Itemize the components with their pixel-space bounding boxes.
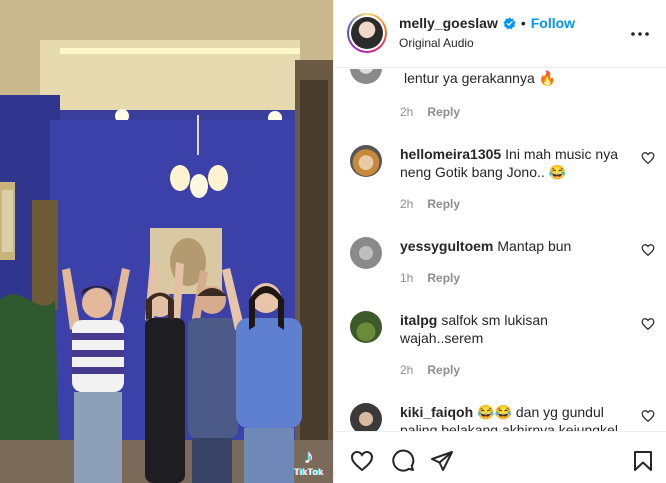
- commenter-avatar[interactable]: [350, 145, 382, 177]
- comment-text: hellomeira1305 Ini mah music nya neng Got…: [400, 145, 626, 181]
- author-username[interactable]: melly_goeslaw: [399, 15, 498, 31]
- commenter-avatar[interactable]: [350, 237, 382, 269]
- bookmark-icon[interactable]: [631, 449, 655, 473]
- comment-text: yessygultoem Mantap bun: [400, 237, 626, 255]
- heart-icon[interactable]: [641, 409, 655, 423]
- post-video[interactable]: ♪ TikTok: [0, 0, 333, 483]
- heart-icon[interactable]: [641, 151, 655, 165]
- post-actions-bar: [334, 431, 666, 483]
- separator-dot: •: [520, 15, 526, 31]
- comment-item: italpg salfok sm lukisan wajah..serem 2h …: [334, 309, 666, 389]
- comment-body: Mantap bun: [497, 238, 572, 254]
- reply-button[interactable]: Reply: [427, 105, 460, 119]
- comments-list[interactable]: lentur ya gerakannya 🔥 2h Reply hellomei…: [334, 69, 666, 431]
- commenter-avatar[interactable]: [350, 403, 382, 431]
- comment-time: 1h: [400, 271, 414, 285]
- comment-item: kiki_faiqoh 😂😂 dan yg gundul paling belak…: [334, 401, 666, 431]
- send-icon[interactable]: [430, 449, 454, 473]
- comment-body: lentur ya gerakannya 🔥: [404, 70, 557, 86]
- reply-button[interactable]: Reply: [427, 197, 460, 211]
- comment-text: kiki_faiqoh 😂😂 dan yg gundul paling belak…: [400, 403, 626, 431]
- verified-badge-icon: [503, 16, 516, 29]
- heart-icon[interactable]: [641, 243, 655, 257]
- post-side-panel: melly_goeslaw • Follow Original Audio le…: [333, 0, 666, 483]
- comment-meta: 2h Reply: [400, 363, 460, 377]
- comment-time: 2h: [400, 197, 414, 211]
- comment-meta: 2h Reply: [400, 105, 460, 119]
- comment-item: hellomeira1305 Ini mah music nya neng Got…: [334, 143, 666, 223]
- post-header: melly_goeslaw • Follow Original Audio: [334, 0, 666, 68]
- comment-item: lentur ya gerakannya 🔥 2h Reply: [334, 69, 666, 127]
- comment-icon[interactable]: [391, 449, 415, 473]
- comment-meta: 1h Reply: [400, 271, 460, 285]
- more-options-icon[interactable]: [628, 24, 652, 44]
- comment-username[interactable]: italpg: [400, 312, 437, 328]
- commenter-avatar[interactable]: [350, 311, 382, 343]
- tiktok-watermark-text: TikTok: [294, 467, 324, 477]
- commenter-avatar[interactable]: [350, 69, 382, 84]
- comment-item: yessygultoem Mantap bun 1h Reply: [334, 235, 666, 305]
- video-frame-illustration: [0, 0, 333, 483]
- heart-icon[interactable]: [641, 317, 655, 331]
- reply-button[interactable]: Reply: [427, 363, 460, 377]
- comment-time: 2h: [400, 363, 414, 377]
- heart-icon[interactable]: [350, 449, 374, 473]
- comment-time: 2h: [400, 105, 414, 119]
- author-avatar[interactable]: [347, 13, 387, 53]
- comment-username[interactable]: kiki_faiqoh: [400, 404, 473, 420]
- audio-label[interactable]: Original Audio: [399, 36, 474, 50]
- comment-username[interactable]: hellomeira1305: [400, 146, 501, 162]
- tiktok-watermark: ♪ TikTok: [290, 447, 328, 477]
- comment-text: lentur ya gerakannya 🔥: [400, 69, 626, 87]
- comment-username[interactable]: yessygultoem: [400, 238, 493, 254]
- tiktok-note-icon: ♪: [304, 446, 314, 468]
- comment-text: italpg salfok sm lukisan wajah..serem: [400, 311, 626, 347]
- reply-button[interactable]: Reply: [427, 271, 460, 285]
- comment-meta: 2h Reply: [400, 197, 460, 211]
- follow-button[interactable]: Follow: [531, 15, 575, 31]
